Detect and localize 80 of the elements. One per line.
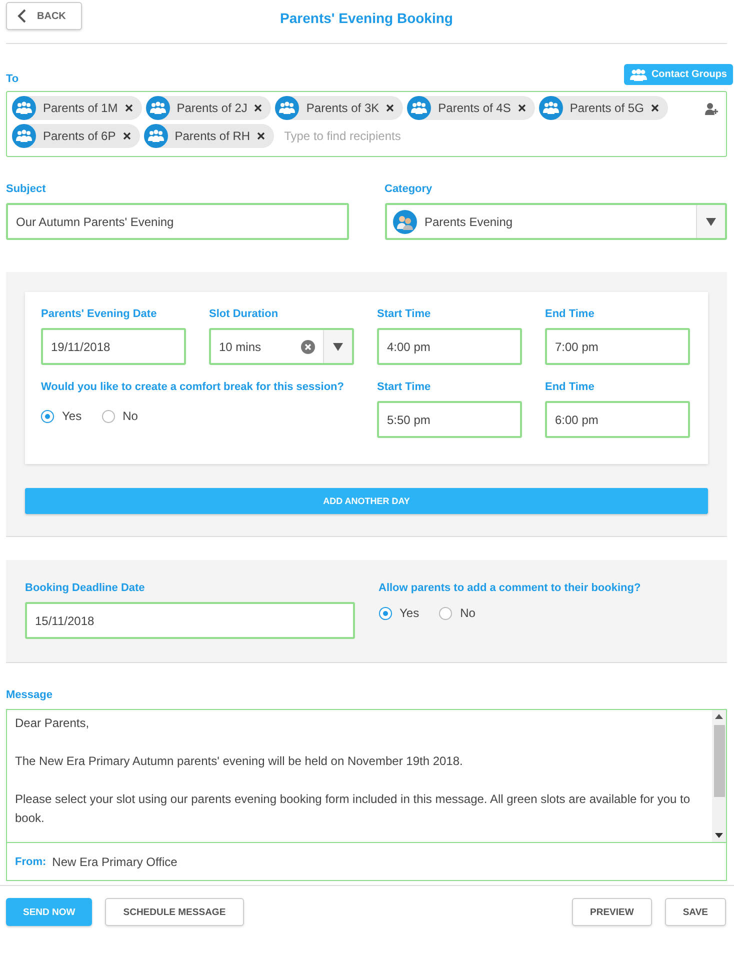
group-avatar-icon bbox=[144, 124, 168, 148]
group-avatar-icon bbox=[12, 96, 36, 120]
recipient-chip[interactable]: Parents of 4S bbox=[407, 96, 535, 120]
recipient-chip[interactable]: Parents of 6P bbox=[12, 124, 140, 148]
message-label: Message bbox=[6, 689, 54, 701]
recipients-field[interactable]: Parents of 1M Parents of 2J Parents of 3K Parents of 4S Parents of 5G Parents of 6P Parents of RH Type to find recipients bbox=[6, 91, 727, 157]
from-value: New Era Primary Office bbox=[52, 854, 178, 868]
from-label: From: bbox=[15, 856, 46, 868]
radio-label: Yes bbox=[400, 606, 420, 620]
subject-input[interactable]: Our Autumn Parents' Evening bbox=[6, 203, 348, 240]
recipient-chip[interactable]: Parents of RH bbox=[144, 124, 274, 148]
footer-button[interactable]: SAVE bbox=[664, 898, 726, 926]
input-field[interactable]: 6:00 pm bbox=[545, 401, 690, 438]
input-field[interactable]: 7:00 pm bbox=[545, 328, 690, 365]
remove-icon[interactable] bbox=[386, 104, 394, 112]
message-paragraph: Please select your slot using our parents evening booking form included in this message. All green slots are available for you to book. bbox=[15, 791, 692, 827]
scroll-down-icon[interactable] bbox=[715, 833, 723, 838]
message-paragraph: The New Era Primary Autumn parents' evening will be held on November 19th 2018. bbox=[15, 753, 464, 770]
radio-button[interactable] bbox=[439, 606, 452, 620]
radio-label: No bbox=[122, 409, 138, 423]
group-avatar-icon bbox=[146, 96, 170, 120]
duration-select[interactable]: 10 mins bbox=[209, 328, 354, 365]
recipient-chip[interactable]: Parents of 1M bbox=[12, 96, 142, 120]
radio-button[interactable] bbox=[41, 410, 54, 422]
radio-label: No bbox=[460, 606, 476, 620]
field-label: Parents' Evening Date bbox=[41, 308, 158, 320]
recipient-name: Parents of 4S bbox=[438, 101, 511, 115]
group-avatar-icon bbox=[538, 96, 563, 120]
chevron-left-icon bbox=[17, 9, 27, 23]
recipient-name: Parents of 6P bbox=[43, 129, 116, 143]
radio-button[interactable] bbox=[102, 410, 115, 422]
clear-icon[interactable] bbox=[301, 340, 315, 354]
field-label: Slot Duration bbox=[209, 308, 280, 320]
comment-question: Allow parents to add a comment to their booking? bbox=[378, 582, 642, 594]
recipient-name: Parents of 1M bbox=[43, 101, 118, 115]
subject-label: Subject bbox=[6, 183, 47, 195]
radio-label: Yes bbox=[62, 409, 82, 423]
field-label: End Time bbox=[545, 381, 596, 393]
recipient-name: Parents of 2J bbox=[176, 101, 248, 115]
dropdown-arrow-icon bbox=[706, 218, 716, 226]
remove-icon[interactable] bbox=[254, 104, 262, 112]
comfort-break-question: Would you like to create a comfort break for this session? bbox=[41, 381, 345, 393]
recipient-chip[interactable]: Parents of 2J bbox=[146, 96, 272, 120]
recipient-chip[interactable]: Parents of 3K bbox=[275, 96, 404, 120]
input-field[interactable]: 4:00 pm bbox=[377, 328, 522, 365]
recipient-name: Parents of 3K bbox=[306, 101, 380, 115]
field-label: Start Time bbox=[377, 381, 432, 393]
footer-button[interactable]: PREVIEW bbox=[572, 898, 652, 926]
page-title: Parents' Evening Booking bbox=[280, 10, 453, 26]
scrollbar[interactable] bbox=[712, 710, 726, 842]
input-field[interactable]: 19/11/2018 bbox=[41, 328, 186, 365]
back-button[interactable]: BACK bbox=[6, 2, 82, 30]
deadline-label: Booking Deadline Date bbox=[25, 582, 146, 594]
remove-icon[interactable] bbox=[518, 104, 526, 112]
parents-avatar-icon bbox=[392, 210, 416, 234]
category-select[interactable]: Parents Evening bbox=[384, 203, 727, 240]
add-person-icon[interactable] bbox=[705, 103, 718, 115]
radio-button[interactable] bbox=[378, 606, 392, 620]
remove-icon[interactable] bbox=[124, 104, 133, 112]
deadline-input[interactable]: 15/11/2018 bbox=[25, 602, 354, 639]
footer-button[interactable]: SCHEDULE MESSAGE bbox=[105, 898, 244, 926]
remove-icon[interactable] bbox=[122, 132, 131, 140]
group-avatar-icon bbox=[12, 124, 36, 148]
field-label: Start Time bbox=[377, 308, 432, 320]
recipient-chip[interactable]: Parents of 5G bbox=[538, 96, 668, 120]
group-icon bbox=[630, 68, 648, 80]
group-avatar-icon bbox=[407, 96, 432, 120]
remove-icon[interactable] bbox=[257, 132, 266, 140]
to-label: To bbox=[6, 73, 19, 85]
message-editor[interactable] bbox=[7, 710, 726, 843]
scroll-up-icon[interactable] bbox=[715, 714, 723, 719]
field-label: End Time bbox=[545, 308, 596, 320]
recipient-name: Parents of RH bbox=[174, 129, 250, 143]
message-paragraph: Dear Parents, bbox=[15, 715, 90, 732]
recipient-name: Parents of 5G bbox=[570, 101, 644, 115]
input-field[interactable]: 5:50 pm bbox=[377, 401, 522, 438]
dropdown-arrow-icon bbox=[333, 342, 343, 350]
category-label: Category bbox=[384, 183, 434, 195]
remove-icon[interactable] bbox=[650, 104, 659, 112]
group-avatar-icon bbox=[275, 96, 300, 120]
